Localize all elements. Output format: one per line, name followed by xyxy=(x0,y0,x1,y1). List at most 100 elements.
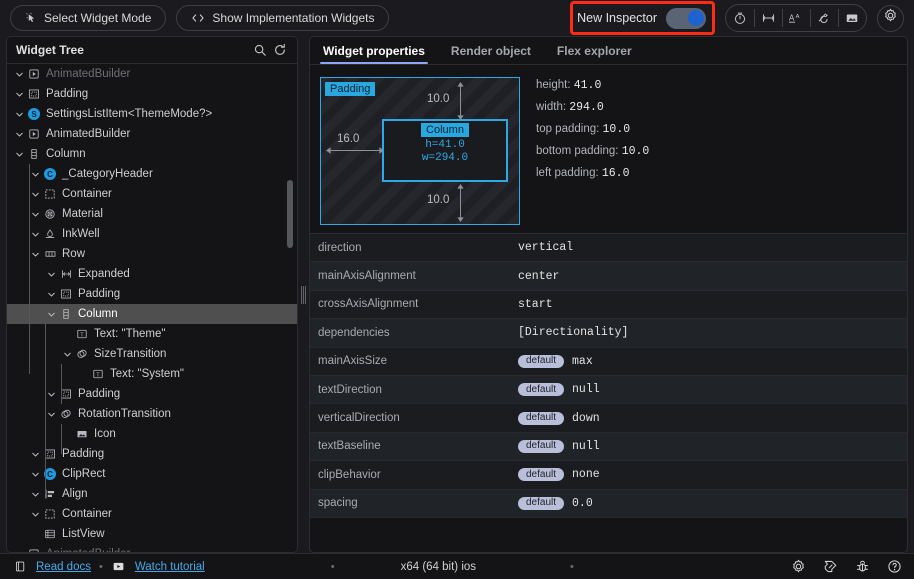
property-row-textBaseline[interactable]: textBaselinedefaultnull xyxy=(310,433,907,461)
chevron-down-icon[interactable] xyxy=(13,110,26,119)
tree-node-label: ClipRect xyxy=(58,468,105,480)
chevron-down-icon[interactable] xyxy=(45,310,58,319)
listview-icon xyxy=(42,528,58,540)
performance-overlay-icon[interactable] xyxy=(726,5,754,31)
property-row-verticalDirection[interactable]: verticalDirectiondefaultdown xyxy=(310,404,907,432)
chevron-down-icon[interactable] xyxy=(45,390,58,399)
tree-node-label: Column xyxy=(74,308,118,320)
tree-node-padding[interactable]: Padding xyxy=(7,444,297,464)
property-row-dependencies[interactable]: dependencies[Directionality] xyxy=(310,319,907,347)
tree-node-cliprect[interactable]: CClipRect xyxy=(7,464,297,484)
property-row-direction[interactable]: directionvertical xyxy=(310,234,907,262)
search-icon[interactable] xyxy=(250,40,270,60)
tree-indent-guide xyxy=(61,364,62,404)
read-docs-link[interactable]: Read docs xyxy=(36,561,91,573)
new-inspector-toggle[interactable] xyxy=(666,8,706,29)
property-row-mainAxisSize[interactable]: mainAxisSizedefaultmax xyxy=(310,348,907,376)
chevron-down-icon[interactable] xyxy=(13,150,26,159)
row-icon xyxy=(42,248,58,260)
chevron-down-icon[interactable] xyxy=(29,210,42,219)
tree-vertical-scrollbar[interactable] xyxy=(287,180,293,248)
select-widget-mode-button[interactable]: Select Widget Mode xyxy=(10,5,166,31)
chevron-down-icon[interactable] xyxy=(29,470,42,479)
status-bug-icon[interactable] xyxy=(850,557,874,577)
chevron-down-icon[interactable] xyxy=(29,490,42,499)
tree-node-animatedbuilder[interactable]: AnimatedBuilder xyxy=(7,64,297,84)
status-help-icon[interactable] xyxy=(882,557,906,577)
tree-node-settingslistitem-thememode[interactable]: SSettingsListItem<ThemeMode?> xyxy=(7,104,297,124)
refresh-icon[interactable] xyxy=(270,40,290,60)
tree-node-label: ListView xyxy=(58,528,105,540)
invert-oversized-images-icon[interactable] xyxy=(838,5,866,31)
property-row-textDirection[interactable]: textDirectiondefaultnull xyxy=(310,376,907,404)
chevron-down-icon[interactable] xyxy=(29,190,42,199)
tree-node-icon[interactable]: Icon xyxy=(7,424,297,444)
chevron-down-icon[interactable] xyxy=(29,510,42,519)
tree-node-padding[interactable]: Padding xyxy=(7,284,297,304)
tree-node-material[interactable]: Material xyxy=(7,204,297,224)
tree-node-container[interactable]: Container xyxy=(7,184,297,204)
chevron-down-icon[interactable] xyxy=(13,550,26,553)
tree-node-animatedbuilder[interactable]: AnimatedBuilder xyxy=(7,124,297,144)
column-icon xyxy=(58,308,74,320)
slow-animations-icon[interactable] xyxy=(810,5,838,31)
chevron-down-icon[interactable] xyxy=(45,270,58,279)
top-gap-label: 10.0 xyxy=(427,93,449,105)
tree-node-row[interactable]: Row xyxy=(7,244,297,264)
tree-node-expanded[interactable]: Expanded xyxy=(7,264,297,284)
tree-node-animatedbuilder[interactable]: AnimatedBuilder xyxy=(7,544,297,552)
tree-node-align[interactable]: Align xyxy=(7,484,297,504)
diagram-child-dimensions: h=41.0 w=294.0 xyxy=(422,139,468,165)
settings-button[interactable] xyxy=(877,5,904,32)
padding-layout-diagram[interactable]: Padding 10.0 16.0 10.0 xyxy=(320,77,520,225)
tree-node-column[interactable]: Column xyxy=(7,144,297,164)
column-icon xyxy=(26,148,42,160)
tree-node-text-system[interactable]: TText: "System" xyxy=(7,364,297,384)
chevron-down-icon[interactable] xyxy=(13,90,26,99)
widget-tree-body[interactable]: AnimatedBuilderPaddingSSettingsListItem<… xyxy=(7,64,297,552)
tree-node-label: Row xyxy=(58,248,85,260)
chevron-down-icon[interactable] xyxy=(13,70,26,79)
property-value: down xyxy=(572,412,600,425)
tab-flex-explorer[interactable]: Flex explorer xyxy=(544,37,645,64)
tree-node-padding[interactable]: Padding xyxy=(7,84,297,104)
padding-icon xyxy=(26,88,42,100)
tree-node-text-theme[interactable]: TText: "Theme" xyxy=(7,324,297,344)
chevron-down-icon[interactable] xyxy=(13,130,26,139)
tree-node-categoryheader[interactable]: C_CategoryHeader xyxy=(7,164,297,184)
tree-node-inkwell[interactable]: InkWell xyxy=(7,224,297,244)
status-flutter-tool-icon[interactable] xyxy=(818,557,842,577)
chevron-down-icon[interactable] xyxy=(45,290,58,299)
chevron-down-icon[interactable] xyxy=(29,250,42,259)
chevron-down-icon[interactable] xyxy=(61,350,74,359)
tree-node-padding[interactable]: Padding xyxy=(7,384,297,404)
show-implementation-widgets-button[interactable]: Show Implementation Widgets xyxy=(176,5,389,31)
tree-node-sizetransition[interactable]: SizeTransition xyxy=(7,344,297,364)
tab-render-object[interactable]: Render object xyxy=(438,37,544,64)
chevron-down-icon[interactable] xyxy=(45,410,58,419)
property-row-clipBehavior[interactable]: clipBehaviordefaultnone xyxy=(310,461,907,489)
expanded-icon xyxy=(58,268,74,280)
chevron-down-icon[interactable] xyxy=(29,450,42,459)
tree-node-listview[interactable]: ListView xyxy=(7,524,297,544)
tab-widget-properties[interactable]: Widget properties xyxy=(310,37,438,64)
tree-node-column[interactable]: Column xyxy=(7,304,297,324)
tree-node-rotationtransition[interactable]: RotationTransition xyxy=(7,404,297,424)
text-size-icon[interactable]: AA xyxy=(782,5,810,31)
tree-node-container[interactable]: Container xyxy=(7,504,297,524)
watch-tutorial-link[interactable]: Watch tutorial xyxy=(135,561,205,573)
left-gap-arrowheads xyxy=(325,145,385,156)
baseline-guideline-icon[interactable] xyxy=(754,5,782,31)
chevron-down-icon[interactable] xyxy=(29,230,42,239)
property-name: mainAxisSize xyxy=(318,355,518,367)
property-row-crossAxisAlignment[interactable]: crossAxisAlignmentstart xyxy=(310,291,907,319)
property-row-spacing[interactable]: spacingdefault0.0 xyxy=(310,490,907,518)
panel-divider-handle[interactable] xyxy=(298,36,309,553)
property-row-mainAxisAlignment[interactable]: mainAxisAlignmentcenter xyxy=(310,262,907,290)
diagram-child-box[interactable]: Column h=41.0 w=294.0 xyxy=(382,119,508,182)
tree-node-label: Padding xyxy=(58,448,104,460)
status-gear-icon[interactable] xyxy=(786,557,810,577)
svg-text:T: T xyxy=(96,372,100,378)
property-value: null xyxy=(572,440,600,453)
chevron-down-icon[interactable] xyxy=(29,170,42,179)
